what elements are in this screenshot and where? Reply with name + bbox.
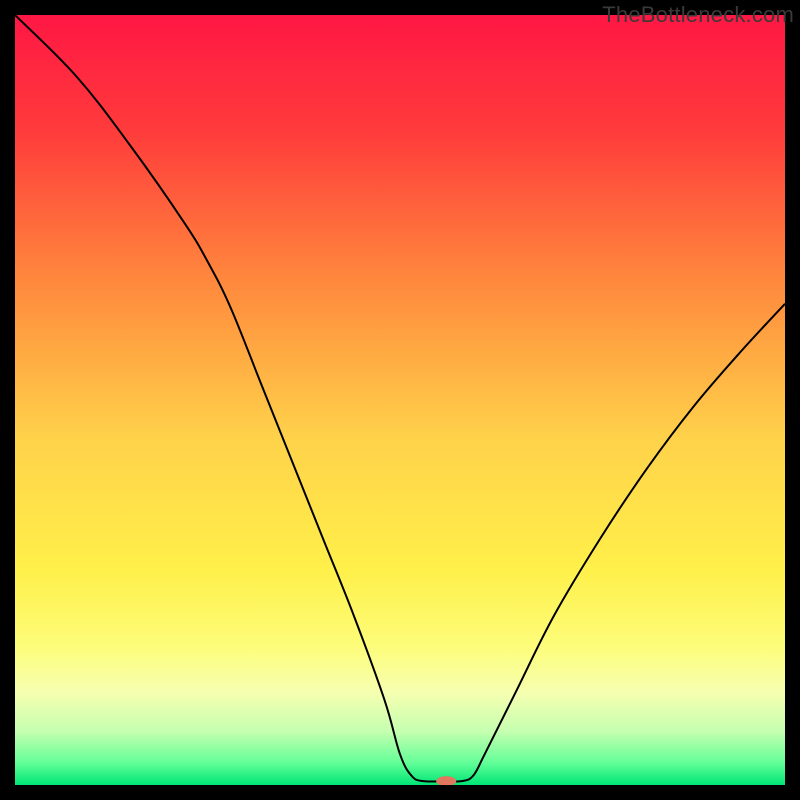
gradient-background — [15, 15, 785, 785]
watermark-label: TheBottleneck.com — [602, 2, 794, 28]
bottleneck-chart: TheBottleneck.com — [0, 0, 800, 800]
chart-svg — [15, 15, 785, 785]
